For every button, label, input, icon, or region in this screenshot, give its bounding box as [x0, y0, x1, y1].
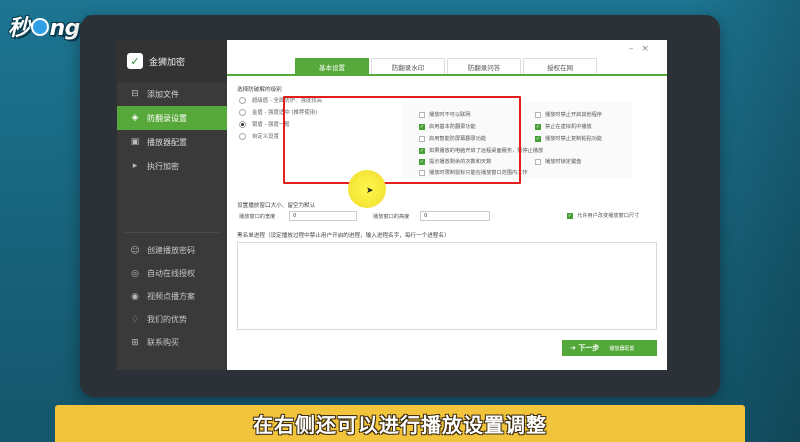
window-height-input[interactable]: 0 [420, 211, 490, 221]
checkbox-label: 禁止在虚拟机中播放 [545, 124, 592, 130]
arrow-right-icon: ➔ [570, 344, 579, 352]
player-icon: ▣ [130, 137, 140, 147]
sidebar-divider [125, 232, 219, 233]
mouse-cursor-icon: ➤ [366, 186, 374, 196]
window-width-label: 播放窗口的宽度 [239, 214, 276, 220]
minimize-button[interactable]: – [629, 44, 642, 54]
next-step-button[interactable]: ➔ 下一步 播放器配置 [562, 340, 657, 356]
cart-icon: ⊞ [131, 337, 139, 348]
radio-button[interactable] [239, 132, 246, 140]
thumb-icon: ♢ [130, 314, 140, 325]
sidebar-item-online-auth[interactable]: ◎ 自动在线授权 [117, 262, 227, 285]
subtitle-banner: 在右侧还可以进行播放设置调整 [55, 405, 745, 442]
checkbox[interactable]: ✓ [535, 135, 541, 142]
sidebar-item-label: 联系购买 [147, 338, 179, 347]
sidebar-item-label: 执行加密 [147, 161, 179, 171]
checkbox-label: 播放时锁定键盘 [545, 159, 582, 165]
window-width-input[interactable]: 0 [289, 211, 357, 221]
close-button[interactable]: × [641, 44, 657, 54]
checkbox-label: 播放时禁止复制粘贴功能 [545, 136, 603, 142]
highlight-box [283, 96, 521, 184]
shield-icon: ◈ [131, 113, 139, 123]
radio-button[interactable] [239, 108, 246, 116]
checkbox-label: 允许用户改变播放窗口尺寸 [577, 213, 640, 219]
next-step-sublabel: 播放器配置 [609, 345, 635, 352]
play-icon: ▸ [132, 161, 138, 171]
window-height-label: 播放窗口的高度 [373, 214, 410, 220]
checkbox[interactable]: ✓ [567, 212, 573, 219]
user-icon: ☺ [130, 245, 140, 256]
sidebar-item-buy[interactable]: ⊞ 联系购买 [117, 331, 227, 354]
tab-bar: 基本设置 防翻录水印 防翻录问答 授权在网 [295, 58, 599, 74]
window-size-title: 设置播放窗口大小、留空为默认 [237, 203, 316, 209]
tab-auth[interactable]: 授权在网 [523, 58, 597, 74]
sidebar-item-create-password[interactable]: ☺ 创建播放密码 [117, 239, 227, 262]
sidebar-item-label: 创建播放密码 [147, 246, 195, 255]
add-file-icon: ⊟ [131, 89, 139, 99]
radio-button[interactable] [239, 120, 246, 128]
sidebar-item-label: 自动在线授权 [147, 269, 195, 278]
checkbox[interactable]: ✓ [535, 123, 541, 130]
video-icon: ◉ [131, 291, 139, 302]
radio-label: 自定义设置 [252, 134, 279, 140]
tab-qa[interactable]: 防翻录问答 [447, 58, 521, 74]
sidebar-item-label: 我们的优势 [147, 315, 187, 324]
sidebar-item-vod[interactable]: ◉ 视频点播方案 [117, 285, 227, 308]
radio-button[interactable] [239, 96, 246, 104]
sidebar-item-advantages[interactable]: ♢ 我们的优势 [117, 308, 227, 331]
level-section-title: 选择防破解的级别 [237, 87, 282, 93]
main-panel: –× 基本设置 防翻录水印 防翻录问答 授权在网 选择防破解的级别 超级盾 - … [227, 40, 667, 370]
tab-watermark[interactable]: 防翻录水印 [371, 58, 445, 74]
option-no-copy-paste[interactable]: ✓ 播放时禁止复制粘贴功能 [535, 135, 602, 142]
app-window: ✓ 金狮加密 ⊟ 添加文件 ◈ 防翻录设置 ▣ 播放器配置 ▸ 执行加密 ☺ 创… [117, 40, 667, 370]
blacklist-textarea[interactable] [237, 242, 657, 330]
sidebar-item-label: 防翻录设置 [147, 113, 187, 123]
blacklist-title: 黑名单进程（设定播放过程中禁止用户开启的进程，输入进程名字，每行一个进程名） [237, 233, 450, 239]
sidebar-item-label: 添加文件 [147, 89, 179, 99]
app-title: 金狮加密 [149, 57, 186, 68]
level-option-custom[interactable]: 自定义设置 [239, 132, 279, 140]
option-no-vm[interactable]: ✓ 禁止在虚拟机中播放 [535, 123, 592, 130]
watermark-dot-icon [30, 18, 49, 36]
sidebar-item-anti-copy[interactable]: ◈ 防翻录设置 [117, 106, 227, 130]
sidebar: ✓ 金狮加密 ⊟ 添加文件 ◈ 防翻录设置 ▣ 播放器配置 ▸ 执行加密 ☺ 创… [117, 40, 227, 370]
checkbox[interactable] [535, 158, 541, 165]
window-controls: –× [629, 44, 657, 54]
tab-basic-settings[interactable]: 基本设置 [295, 58, 369, 74]
checkbox[interactable] [535, 111, 541, 118]
sidebar-item-label: 视频点播方案 [147, 292, 195, 301]
sidebar-item-encrypt[interactable]: ▸ 执行加密 [117, 154, 227, 178]
tab-underline [227, 74, 667, 76]
subtitle-text: 在右侧还可以进行播放设置调整 [253, 413, 547, 437]
option-allow-resize[interactable]: ✓ 允许用户改变播放窗口尺寸 [567, 212, 639, 219]
next-step-label: 下一步 [578, 344, 600, 352]
sidebar-item-label: 播放器配置 [147, 137, 187, 147]
app-logo-row: ✓ 金狮加密 [117, 40, 227, 82]
option-lock-keyboard[interactable]: 播放时锁定键盘 [535, 158, 581, 165]
sidebar-item-player-config[interactable]: ▣ 播放器配置 [117, 130, 227, 154]
option-block-programs[interactable]: 播放时禁止开启其他程序 [535, 111, 602, 118]
globe-icon: ◎ [131, 268, 139, 279]
sidebar-item-add-file[interactable]: ⊟ 添加文件 [117, 82, 227, 106]
checkbox-label: 播放时禁止开启其他程序 [545, 112, 603, 118]
app-logo-icon: ✓ [127, 53, 143, 69]
